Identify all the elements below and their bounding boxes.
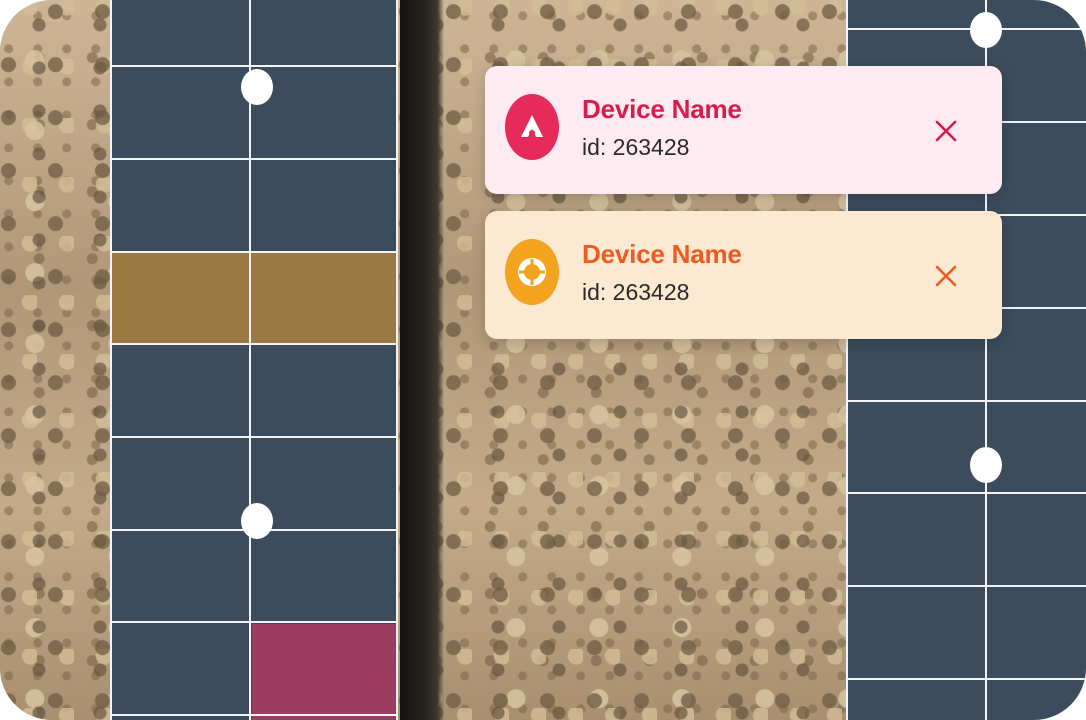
- grid-divider: [846, 400, 1086, 402]
- device-name: Device Name: [582, 94, 742, 124]
- device-notification-card[interactable]: Device Name id: 263428: [485, 211, 1002, 339]
- device-id: id: 263428: [582, 134, 690, 160]
- grid-divider: [110, 0, 112, 720]
- grid-divider: [110, 65, 398, 67]
- map-marker-dot[interactable]: [241, 69, 273, 105]
- grid-divider: [846, 585, 1086, 587]
- grid-divider: [396, 0, 398, 720]
- grid-divider: [110, 436, 398, 438]
- solar-panel-grid-left[interactable]: [110, 0, 398, 720]
- aerial-terrain-left: [0, 0, 110, 720]
- close-icon: [935, 265, 957, 287]
- grid-divider: [110, 343, 398, 345]
- grid-divider: [846, 678, 1086, 680]
- grid-divider: [249, 0, 251, 720]
- grid-divider: [846, 492, 1086, 494]
- map-marker-dot[interactable]: [970, 447, 1002, 483]
- grid-divider: [110, 251, 398, 253]
- device-id: id: 263428: [582, 279, 690, 305]
- lifebuoy-icon: [518, 258, 546, 286]
- device-name: Device Name: [582, 239, 742, 269]
- device-avatar: [505, 94, 559, 160]
- triangle-logo-icon: [521, 115, 543, 137]
- grid-divider: [110, 714, 398, 716]
- shadow-strip: [400, 0, 444, 720]
- map-canvas[interactable]: Device Name id: 263428 Device Name id: 2…: [0, 0, 1086, 720]
- device-notification-card[interactable]: Device Name id: 263428: [485, 66, 1002, 194]
- highlighted-panel-row[interactable]: [110, 252, 398, 343]
- close-button[interactable]: [931, 116, 961, 146]
- grid-divider: [110, 621, 398, 623]
- highlighted-panel-cell[interactable]: [252, 624, 398, 720]
- grid-divider: [110, 158, 398, 160]
- map-marker-dot[interactable]: [970, 12, 1002, 48]
- map-marker-dot[interactable]: [241, 503, 273, 539]
- device-avatar: [505, 239, 559, 305]
- close-button[interactable]: [931, 261, 961, 291]
- close-icon: [935, 120, 957, 142]
- grid-divider: [846, 28, 1086, 30]
